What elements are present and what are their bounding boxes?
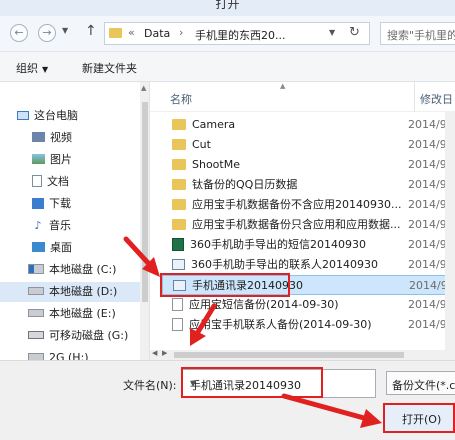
filename-label: 文件名(N):: [123, 379, 177, 392]
file-row[interactable]: 钛备份的QQ日历数据 2014/9/: [162, 175, 455, 195]
folder-icon: [172, 198, 186, 210]
search-box[interactable]: 搜索"手机里的: [380, 22, 455, 45]
refresh-icon[interactable]: ↻: [349, 25, 360, 40]
sidebar-item-drive-d[interactable]: 本地磁盘 (D:): [0, 282, 140, 302]
backup-file-icon: [172, 317, 183, 331]
sidebar-item-downloads[interactable]: 下载: [0, 194, 140, 214]
sidebar-item-drive-g[interactable]: 可移动磁盘 (G:): [0, 326, 140, 346]
up-button[interactable]: ↑: [85, 23, 97, 39]
open-button[interactable]: 打开(O): [383, 403, 455, 433]
path-overflow-icon[interactable]: «: [128, 26, 135, 39]
file-list-horizontal-scrollbar[interactable]: ◀ ▶: [150, 349, 445, 360]
documents-folder-icon: [32, 175, 42, 187]
sidebar-item-documents[interactable]: 文档: [0, 172, 140, 192]
file-row[interactable]: 应用宝短信备份(2014-09-30) 2014/9/: [162, 295, 455, 315]
contacts-file-icon: [172, 258, 185, 270]
scrollbar-thumb[interactable]: [142, 102, 148, 302]
drive-icon: [28, 309, 44, 317]
sidebar-item-this-pc[interactable]: 这台电脑: [0, 106, 140, 126]
sidebar-item-drive-h[interactable]: 2G (H:): [0, 348, 140, 360]
address-bar[interactable]: « Data › 手机里的东西20... ▼ ↻: [104, 22, 370, 45]
folder-icon: [172, 218, 186, 230]
open-button-label: 打开(O): [402, 413, 442, 426]
sidebar-item-music[interactable]: ♪ 音乐: [0, 216, 140, 236]
back-arrow-icon: ←: [14, 26, 24, 39]
navigation-pane: 这台电脑 视频 图片 文档 下载 ♪ 音乐 桌面 本地磁盘 (C:) 本地磁盘 (…: [0, 82, 150, 360]
command-toolbar: 组织 ▼ 新建文件夹: [0, 52, 455, 82]
column-header: ▲ 名称 修改日: [150, 82, 455, 112]
downloads-folder-icon: [32, 197, 44, 209]
sidebar-item-desktop[interactable]: 桌面: [0, 238, 140, 258]
file-type-select[interactable]: 备份文件(*.c: [386, 371, 455, 395]
filename-input[interactable]: 手机通讯录20140930 ▼: [181, 369, 376, 398]
chevron-down-icon[interactable]: ▼: [190, 379, 370, 388]
back-button[interactable]: ←: [10, 24, 28, 42]
drive-icon: [28, 353, 44, 360]
file-row[interactable]: 应用宝手机联系人备份(2014-09-30) 2014/9/: [162, 315, 455, 335]
file-row[interactable]: ShootMe 2014/9/: [162, 155, 455, 175]
breadcrumb-data[interactable]: Data: [144, 27, 170, 40]
sidebar-item-pictures[interactable]: 图片: [0, 150, 140, 170]
chevron-down-icon: ▼: [42, 65, 49, 74]
pictures-folder-icon: [32, 154, 45, 164]
recent-locations-dropdown-icon[interactable]: ▼: [62, 26, 68, 35]
search-placeholder: 搜索"手机里的: [387, 29, 455, 42]
file-type-value: 备份文件(*.c: [392, 379, 455, 392]
sort-caret-icon: ▲: [280, 82, 286, 90]
window-title: 打开: [215, 0, 240, 11]
file-row[interactable]: 应用宝手机数据备份不含应用20140930... 2014/9/: [162, 195, 455, 215]
file-list-vertical-scrollbar[interactable]: [445, 112, 455, 360]
breadcrumb-separator-icon[interactable]: ›: [179, 26, 183, 39]
dialog-footer: 文件名(N): 手机通讯录20140930 ▼ 备份文件(*.c 打开(O): [0, 360, 455, 440]
file-row[interactable]: 应用宝手机数据备份只含应用和应用数据... 2014/9/: [162, 215, 455, 235]
up-arrow-icon: ↑: [85, 23, 97, 39]
pc-icon: [17, 110, 29, 120]
usb-drive-icon: [28, 331, 44, 339]
desktop-folder-icon: [32, 242, 45, 252]
folder-icon: [172, 178, 186, 190]
forward-button[interactable]: →: [38, 24, 56, 42]
file-row[interactable]: 360手机助手导出的短信20140930 2014/9/: [162, 235, 455, 255]
navigation-bar: ← → ▼ ↑ « Data › 手机里的东西20... ▼ ↻ 搜索"手机里的: [0, 16, 455, 52]
column-divider[interactable]: [414, 82, 415, 112]
forward-arrow-icon: →: [42, 26, 52, 39]
backup-file-icon: [172, 297, 183, 311]
sidebar-item-drive-e[interactable]: 本地磁盘 (E:): [0, 304, 140, 324]
scroll-left-icon[interactable]: ◀: [152, 349, 157, 357]
video-folder-icon: [32, 132, 45, 142]
new-folder-button[interactable]: 新建文件夹: [82, 60, 137, 76]
drive-icon: [28, 287, 44, 295]
address-dropdown-icon[interactable]: ▼: [329, 28, 335, 37]
organize-label: 组织: [16, 62, 38, 75]
scroll-right-icon[interactable]: ▶: [162, 349, 167, 357]
folder-icon: [172, 118, 186, 130]
folder-icon: [172, 158, 186, 170]
sidebar-item-drive-c[interactable]: 本地磁盘 (C:): [0, 260, 140, 280]
column-name[interactable]: 名称: [170, 91, 192, 107]
organize-button[interactable]: 组织 ▼: [16, 60, 48, 76]
file-row[interactable]: Camera 2014/9/: [162, 115, 455, 135]
sidebar-item-videos[interactable]: 视频: [0, 128, 140, 148]
column-date-modified[interactable]: 修改日: [420, 91, 453, 107]
system-drive-icon: [28, 264, 44, 274]
file-list: ▲ 名称 修改日 Camera 2014/9/ Cut 2014/9/ ShootM…: [150, 82, 455, 360]
file-row[interactable]: 360手机助手导出的联系人20140930 2014/9/: [162, 255, 455, 275]
file-row[interactable]: Cut 2014/9/: [162, 135, 455, 155]
contacts-file-icon: [173, 279, 186, 291]
folder-icon: [172, 138, 186, 150]
sidebar-scrollbar[interactable]: ▲: [140, 82, 149, 360]
folder-icon: [109, 28, 122, 38]
scrollbar-thumb[interactable]: [174, 352, 404, 358]
scroll-up-icon[interactable]: ▲: [141, 84, 146, 92]
file-row-selected[interactable]: 手机通讯录20140930 2014/9/: [162, 275, 455, 295]
breadcrumb-current-folder[interactable]: 手机里的东西20...: [195, 27, 286, 43]
music-folder-icon: ♪: [34, 218, 42, 232]
title-bar: 打开: [0, 0, 455, 16]
excel-file-icon: [172, 237, 184, 251]
